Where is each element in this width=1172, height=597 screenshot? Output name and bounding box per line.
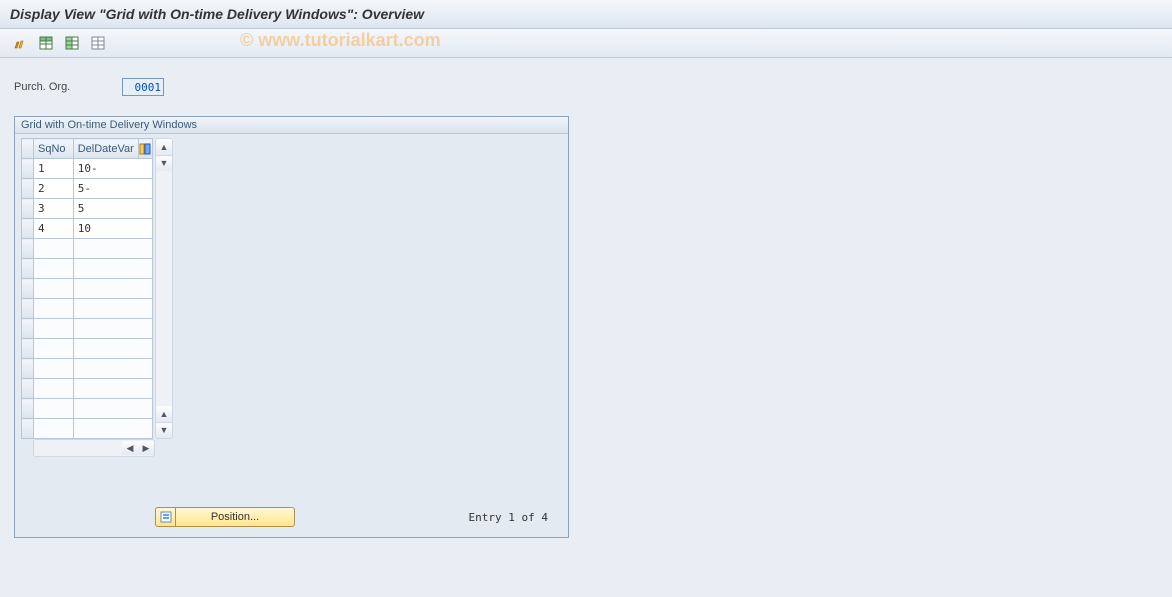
row-selector[interactable]: [22, 419, 34, 439]
row-selector[interactable]: [22, 319, 34, 339]
table-settings-icon: [139, 143, 152, 155]
table-row[interactable]: [22, 339, 153, 359]
cell-deldatevar[interactable]: [73, 279, 152, 299]
table-row[interactable]: [22, 319, 153, 339]
table-row[interactable]: 110-: [22, 159, 153, 179]
cell-sqno[interactable]: [34, 319, 74, 339]
cell-deldatevar[interactable]: [73, 239, 152, 259]
cell-sqno[interactable]: [34, 339, 74, 359]
position-button[interactable]: Position...: [175, 507, 295, 527]
grid-panel-title: Grid with On-time Delivery Windows: [15, 117, 568, 134]
change-display-button[interactable]: [10, 33, 30, 53]
pencils-icon: [13, 36, 27, 50]
table-green2-icon: [65, 36, 79, 50]
row-selector[interactable]: [22, 239, 34, 259]
vertical-scrollbar[interactable]: ▲ ▼ ▲ ▼: [155, 138, 173, 439]
column-header-deldatevar[interactable]: DelDateVar: [73, 139, 139, 159]
triangle-left-icon: ◀: [127, 444, 134, 453]
purch-org-field-row: Purch. Org.: [14, 78, 1158, 96]
cell-deldatevar[interactable]: [73, 379, 152, 399]
position-icon-button[interactable]: [155, 507, 175, 527]
position-icon: [160, 511, 172, 523]
deselect-all-button[interactable]: [88, 33, 108, 53]
cell-deldatevar[interactable]: 5-: [73, 179, 152, 199]
grid-panel: Grid with On-time Delivery Windows SqNo …: [14, 116, 569, 538]
cell-sqno[interactable]: 2: [34, 179, 74, 199]
cell-sqno[interactable]: [34, 279, 74, 299]
entry-counter: Entry 1 of 4: [469, 511, 558, 524]
scroll-down-small-button[interactable]: ▼: [156, 155, 172, 171]
page-title: Display View "Grid with On-time Delivery…: [10, 6, 424, 22]
row-selector[interactable]: [22, 339, 34, 359]
cell-sqno[interactable]: 4: [34, 219, 74, 239]
cell-deldatevar[interactable]: [73, 339, 152, 359]
table-row[interactable]: [22, 399, 153, 419]
row-selector[interactable]: [22, 159, 34, 179]
triangle-down-icon: ▼: [160, 426, 169, 435]
table-green-icon: [39, 36, 53, 50]
cell-deldatevar[interactable]: [73, 399, 152, 419]
table-row[interactable]: [22, 379, 153, 399]
cell-sqno[interactable]: 3: [34, 199, 74, 219]
row-selector[interactable]: [22, 299, 34, 319]
row-selector[interactable]: [22, 279, 34, 299]
triangle-up-icon: ▲: [160, 143, 169, 152]
row-selector[interactable]: [22, 259, 34, 279]
cell-sqno[interactable]: [34, 359, 74, 379]
horizontal-scrollbar[interactable]: ◀ ▶: [33, 439, 155, 457]
row-selector[interactable]: [22, 179, 34, 199]
content-area: Purch. Org. Grid with On-time Delivery W…: [0, 58, 1172, 548]
row-selector[interactable]: [22, 359, 34, 379]
cell-deldatevar[interactable]: 10: [73, 219, 152, 239]
select-all-button[interactable]: [36, 33, 56, 53]
row-selector[interactable]: [22, 379, 34, 399]
cell-deldatevar[interactable]: 10-: [73, 159, 152, 179]
cell-sqno[interactable]: [34, 399, 74, 419]
table-row[interactable]: 25-: [22, 179, 153, 199]
scroll-up-button[interactable]: ▲: [156, 139, 172, 155]
row-selector[interactable]: [22, 219, 34, 239]
cell-deldatevar[interactable]: [73, 419, 152, 439]
cell-deldatevar[interactable]: [73, 299, 152, 319]
title-bar: Display View "Grid with On-time Delivery…: [0, 0, 1172, 29]
row-selector[interactable]: [22, 199, 34, 219]
row-selector[interactable]: [22, 399, 34, 419]
table-row[interactable]: [22, 239, 153, 259]
table-plain-icon: [91, 36, 105, 50]
delivery-grid-table: SqNo DelDateVar: [21, 138, 153, 439]
cell-deldatevar[interactable]: 5: [73, 199, 152, 219]
scroll-right-button[interactable]: ▶: [138, 441, 154, 455]
triangle-down-icon: ▼: [160, 159, 169, 168]
application-toolbar: [0, 29, 1172, 58]
purch-org-label: Purch. Org.: [14, 81, 114, 93]
cell-deldatevar[interactable]: [73, 319, 152, 339]
column-header-sqno[interactable]: SqNo: [34, 139, 74, 159]
cell-sqno[interactable]: [34, 379, 74, 399]
select-block-button[interactable]: [62, 33, 82, 53]
table-row[interactable]: [22, 279, 153, 299]
purch-org-input[interactable]: [122, 78, 164, 96]
panel-footer: Position... Entry 1 of 4: [15, 501, 568, 537]
cell-sqno[interactable]: [34, 239, 74, 259]
cell-deldatevar[interactable]: [73, 259, 152, 279]
column-header-selector[interactable]: [22, 139, 34, 159]
table-row[interactable]: [22, 299, 153, 319]
cell-sqno[interactable]: [34, 419, 74, 439]
scroll-left-button[interactable]: ◀: [122, 441, 138, 455]
triangle-up-icon: ▲: [160, 410, 169, 419]
scroll-down-button[interactable]: ▼: [156, 422, 172, 438]
cell-sqno[interactable]: [34, 259, 74, 279]
column-config-button[interactable]: [139, 139, 153, 159]
scroll-up-small-button[interactable]: ▲: [156, 406, 172, 422]
cell-sqno[interactable]: 1: [34, 159, 74, 179]
table-row[interactable]: [22, 259, 153, 279]
table-row[interactable]: 35: [22, 199, 153, 219]
table-row[interactable]: 410: [22, 219, 153, 239]
triangle-right-icon: ▶: [143, 444, 150, 453]
cell-deldatevar[interactable]: [73, 359, 152, 379]
table-row[interactable]: [22, 419, 153, 439]
cell-sqno[interactable]: [34, 299, 74, 319]
table-row[interactable]: [22, 359, 153, 379]
